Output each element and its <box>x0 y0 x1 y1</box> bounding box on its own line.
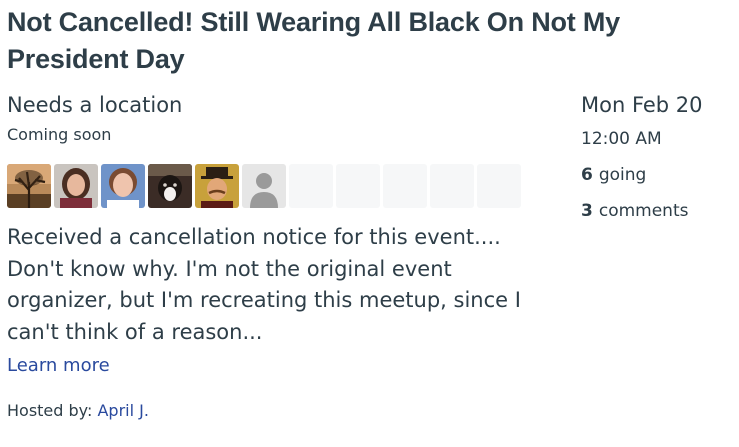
comments-label: comments <box>598 201 689 221</box>
attendee-avatar[interactable] <box>195 164 239 208</box>
empty-attendee-slot <box>430 164 474 208</box>
event-date: Mon Feb 20 <box>581 93 703 117</box>
comments-number: 3 <box>581 201 593 221</box>
going-label: going <box>598 165 647 185</box>
hosted-by-label: Hosted by: <box>7 401 93 420</box>
going-number: 6 <box>581 165 593 185</box>
location-status: Coming soon <box>7 125 112 144</box>
comments-count[interactable]: 3 comments <box>581 199 731 223</box>
going-count[interactable]: 6 going <box>581 163 731 187</box>
attendee-avatars <box>7 164 521 208</box>
event-description: Received a cancellation notice for this … <box>7 225 521 344</box>
event-title[interactable]: Not Cancelled! Still Wearing All Black O… <box>7 4 707 78</box>
host-name-link[interactable]: April J. <box>97 401 148 420</box>
event-side-info: Mon Feb 20 12:00 AM 6 going 3 comments <box>581 91 731 223</box>
empty-attendee-slot <box>336 164 380 208</box>
attendee-avatar[interactable] <box>7 164 51 208</box>
empty-attendee-slot <box>383 164 427 208</box>
attendee-avatar[interactable] <box>101 164 145 208</box>
event-time: 12:00 AM <box>581 129 662 149</box>
attendee-avatar[interactable] <box>148 164 192 208</box>
hosted-by: Hosted by: April J. <box>7 399 149 423</box>
empty-attendee-slot <box>289 164 333 208</box>
attendee-avatar-default[interactable] <box>242 164 286 208</box>
attendee-avatar[interactable] <box>54 164 98 208</box>
location-name: Needs a location <box>7 93 183 117</box>
empty-attendee-slot <box>477 164 521 208</box>
learn-more-link[interactable]: Learn more <box>7 353 110 379</box>
